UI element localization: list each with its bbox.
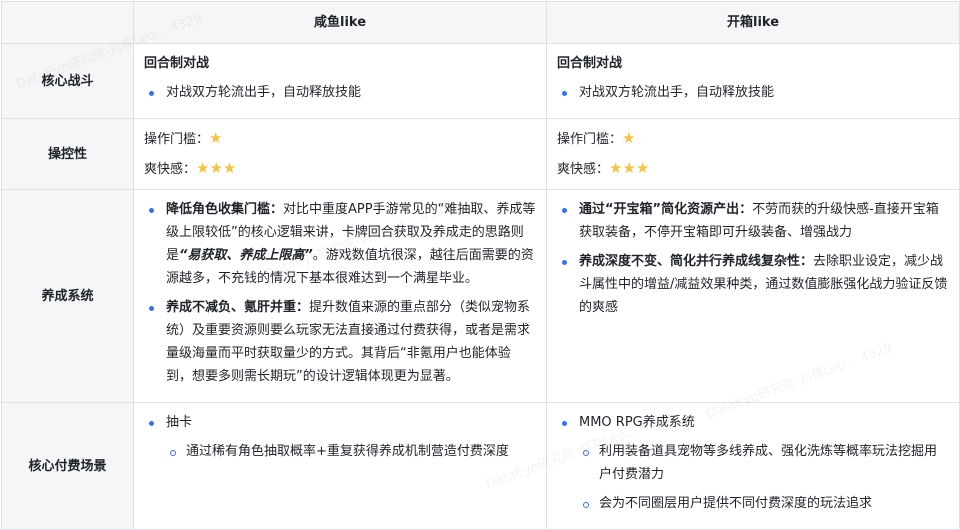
cell-title: 回合制对战: [557, 56, 623, 71]
cell: MMO RPG养成系统 利用装备道具宠物等多线养成、强化洗炼等概率玩法挖掘用户付…: [546, 402, 960, 530]
sub-list-item: 会为不同圈层用户提供不同付费深度的玩法追求: [557, 492, 949, 515]
cell: 通过“开宝箱”简化资源产出：不劳而获的升级快感-直接开宝箱获取装备，不停开宝箱即…: [546, 189, 960, 403]
cell-title: 回合制对战: [144, 56, 210, 71]
list-item: MMO RPG养成系统: [557, 411, 949, 434]
star-icon: ★★★: [196, 159, 237, 177]
sub-list-item: 通过稀有角色抽取概率+重复获得养成机制营造付费深度: [144, 440, 536, 463]
bold-text: 养成深度不变、简化并行养成线复杂性：: [579, 254, 814, 269]
emphasis-text: “易获取、养成上限高”: [179, 248, 313, 263]
list-item: 降低角色收集门槛：对比中重度APP手游常见的“难抽取、养成等级上限较低”的核心逻…: [144, 198, 536, 290]
row-label: 操控性: [1, 118, 134, 190]
cell: 抽卡 通过稀有角色抽取概率+重复获得养成机制营造付费深度: [133, 402, 547, 530]
row-label: 核心付费场景: [1, 402, 134, 530]
header-empty: [1, 1, 134, 44]
row-core-combat: 核心战斗 回合制对战对战双方轮流出手，自动释放技能 回合制对战对战双方轮流出手，…: [1, 43, 960, 119]
cell: 回合制对战对战双方轮流出手，自动释放技能: [546, 43, 960, 119]
row-label: 核心战斗: [1, 43, 134, 119]
star-icon: ★: [209, 129, 223, 147]
bold-text: 通过“开宝箱”简化资源产出：: [579, 202, 753, 217]
row-control: 操控性 操作门槛：★ 爽快感：★★★ 操作门槛：★ 爽快感：★★★: [1, 118, 960, 190]
fun-label: 爽快感：: [144, 162, 197, 177]
bold-text: 养成不减负、氪肝并重：: [166, 300, 310, 315]
star-icon: ★: [622, 129, 636, 147]
cell: 降低角色收集门槛：对比中重度APP手游常见的“难抽取、养成等级上限较低”的核心逻…: [133, 189, 547, 403]
header-row: 咸鱼like 开箱like: [1, 1, 960, 44]
fun-label: 爽快感：: [557, 162, 610, 177]
cell: 回合制对战对战双方轮流出手，自动释放技能: [133, 43, 547, 119]
list-item: 通过“开宝箱”简化资源产出：不劳而获的升级快感-直接开宝箱获取装备，不停开宝箱即…: [557, 198, 949, 244]
header-xianyu: 咸鱼like: [133, 1, 547, 44]
list-item: 对战双方轮流出手，自动释放技能: [144, 81, 536, 104]
threshold-label: 操作门槛：: [144, 132, 210, 147]
header-kaixiang: 开箱like: [546, 1, 960, 44]
bold-text: 降低角色收集门槛：: [166, 202, 284, 217]
comparison-table: 咸鱼like 开箱like 核心战斗 回合制对战对战双方轮流出手，自动释放技能 …: [1, 1, 960, 530]
star-icon: ★★★: [609, 159, 650, 177]
threshold-label: 操作门槛：: [557, 132, 623, 147]
list-item: 抽卡: [144, 411, 536, 434]
list-item: 养成深度不变、简化并行养成线复杂性：去除职业设定，减少战斗属性中的增益/减益效果…: [557, 250, 949, 319]
row-growth: 养成系统 降低角色收集门槛：对比中重度APP手游常见的“难抽取、养成等级上限较低…: [1, 189, 960, 403]
cell: 操作门槛：★ 爽快感：★★★: [133, 118, 547, 190]
cell: 操作门槛：★ 爽快感：★★★: [546, 118, 960, 190]
sub-list-item: 利用装备道具宠物等多线养成、强化洗炼等概率玩法挖掘用户付费潜力: [557, 440, 949, 486]
list-item: 对战双方轮流出手，自动释放技能: [557, 81, 949, 104]
list-item: 养成不减负、氪肝并重：提升数值来源的重点部分（类似宠物系统）及重要资源则要么玩家…: [144, 296, 536, 388]
row-label: 养成系统: [1, 189, 134, 403]
row-payment: 核心付费场景 抽卡 通过稀有角色抽取概率+重复获得养成机制营造付费深度 MMO …: [1, 402, 960, 530]
